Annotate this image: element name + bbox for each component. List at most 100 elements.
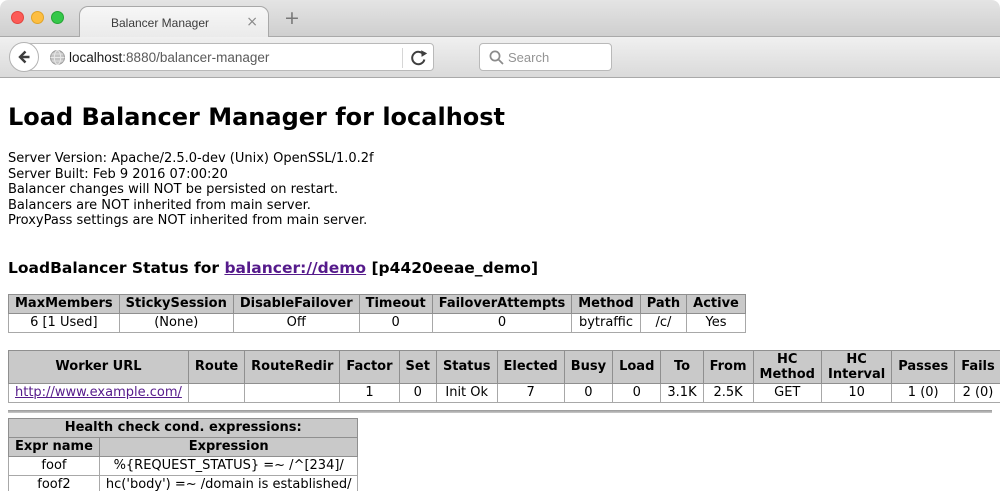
cell: 0: [613, 383, 661, 402]
zoom-window-button[interactable]: [51, 11, 64, 24]
column-header: Worker URL: [9, 350, 189, 383]
notice-line: ProxyPass settings are NOT inherited fro…: [8, 213, 992, 229]
urlbar-divider: [402, 48, 403, 68]
search-placeholder: Search: [508, 50, 549, 65]
column-header: Expr name: [9, 437, 100, 456]
status-heading-prefix: LoadBalancer Status for: [8, 259, 224, 277]
column-header: Passes: [892, 350, 955, 383]
column-header: Elected: [497, 350, 564, 383]
server-info: Server Version: Apache/2.5.0-dev (Unix) …: [8, 151, 992, 229]
cell: 7: [497, 383, 564, 402]
column-header: Set: [399, 350, 436, 383]
url-input[interactable]: localhost:8880/balancer-manager: [69, 50, 269, 65]
tab-close-icon[interactable]: ×: [246, 14, 258, 30]
column-header: FailoverAttempts: [432, 294, 572, 313]
cell: 0: [359, 313, 432, 332]
browser-window: Balancer Manager × + localhost:8880/bala…: [0, 0, 1000, 491]
column-header: Path: [640, 294, 686, 313]
cell-expression: hc('body') =~ /domain is established/: [99, 475, 358, 491]
back-button[interactable]: [9, 42, 39, 72]
column-header: Load: [613, 350, 661, 383]
status-heading-suffix: [p4420eeae_demo]: [366, 259, 538, 277]
table-row: 6 [1 Used] (None) Off 0 0 bytraffic /c/ …: [9, 313, 746, 332]
balancer-summary-table: MaxMembers StickySession DisableFailover…: [8, 294, 746, 333]
page-title: Load Balancer Manager for localhost: [8, 103, 992, 131]
worker-table: Worker URL Route RouteRedir Factor Set S…: [8, 350, 1000, 403]
search-icon: [488, 49, 505, 66]
url-path: :8880/balancer-manager: [122, 50, 269, 65]
table-row: foof %{REQUEST_STATUS} =~ /^[234]/: [9, 456, 358, 475]
column-header: Route: [188, 350, 244, 383]
url-domain: localhost: [69, 50, 122, 65]
globe-icon: [49, 49, 66, 66]
column-header: Factor: [340, 350, 399, 383]
cell-expr-name: foof: [9, 456, 100, 475]
column-header: Fails: [955, 350, 1000, 383]
close-window-button[interactable]: [11, 11, 24, 24]
titlebar: Balancer Manager × +: [0, 0, 1000, 37]
cell: Init Ok: [436, 383, 497, 402]
tab-title: Balancer Manager: [80, 16, 240, 30]
loadbalancer-status-heading: LoadBalancer Status for balancer://demo …: [8, 259, 992, 277]
cell-worker-url: http://www.example.com/: [9, 383, 189, 402]
cell: 3.1K: [661, 383, 703, 402]
column-header: HC Method: [753, 350, 821, 383]
notice-line: Balancer changes will NOT be persisted o…: [8, 182, 992, 198]
cell: GET: [753, 383, 821, 402]
cell: Yes: [687, 313, 746, 332]
table-row: http://www.example.com/ 1 0 Init Ok 7 0 …: [9, 383, 1000, 402]
server-built-line: Server Built: Feb 9 2016 07:00:20: [8, 167, 992, 183]
column-header: StickySession: [119, 294, 233, 313]
column-header: To: [661, 350, 703, 383]
cell: [245, 383, 340, 402]
column-header: Active: [687, 294, 746, 313]
page-content: Load Balancer Manager for localhost Serv…: [0, 78, 1000, 491]
navigation-toolbar: localhost:8880/balancer-manager: [0, 37, 1000, 78]
health-check-table: Health check cond. expressions: Expr nam…: [8, 418, 358, 491]
server-version-line: Server Version: Apache/2.5.0-dev (Unix) …: [8, 151, 992, 167]
table-row: foof2 hc('body') =~ /domain is establish…: [9, 475, 358, 491]
column-header: Expression: [99, 437, 358, 456]
cell: 2 (0): [955, 383, 1000, 402]
cell: 0: [432, 313, 572, 332]
reload-icon[interactable]: [408, 48, 428, 68]
column-header: DisableFailover: [233, 294, 359, 313]
cell: bytraffic: [572, 313, 640, 332]
cell: 6 [1 Used]: [9, 313, 120, 332]
column-header: Status: [436, 350, 497, 383]
minimize-window-button[interactable]: [31, 11, 44, 24]
column-header: Timeout: [359, 294, 432, 313]
column-header: MaxMembers: [9, 294, 120, 313]
balancer-demo-link[interactable]: balancer://demo: [224, 259, 366, 277]
table-title-row: Health check cond. expressions:: [9, 418, 358, 437]
cell: (None): [119, 313, 233, 332]
table-header-row: Expr name Expression: [9, 437, 358, 456]
cell: /c/: [640, 313, 686, 332]
column-header: Busy: [564, 350, 612, 383]
cell: Off: [233, 313, 359, 332]
cell: 0: [564, 383, 612, 402]
column-header: From: [703, 350, 753, 383]
divider: [8, 410, 992, 413]
table-header-row: MaxMembers StickySession DisableFailover…: [9, 294, 746, 313]
column-header: Method: [572, 294, 640, 313]
health-table-title: Health check cond. expressions:: [9, 418, 358, 437]
column-header: HC Interval: [821, 350, 891, 383]
cell: [188, 383, 244, 402]
back-arrow-icon: [15, 48, 33, 66]
cell: 10: [821, 383, 891, 402]
cell: 1 (0): [892, 383, 955, 402]
notice-line: Balancers are NOT inherited from main se…: [8, 198, 992, 214]
search-bar[interactable]: Search: [479, 43, 612, 71]
cell: 1: [340, 383, 399, 402]
cell: 0: [399, 383, 436, 402]
worker-url-link[interactable]: http://www.example.com/: [15, 385, 182, 400]
table-header-row: Worker URL Route RouteRedir Factor Set S…: [9, 350, 1000, 383]
cell-expr-name: foof2: [9, 475, 100, 491]
url-bar[interactable]: localhost:8880/balancer-manager: [24, 43, 434, 71]
new-tab-button[interactable]: +: [284, 7, 300, 29]
column-header: RouteRedir: [245, 350, 340, 383]
tab-balancer-manager[interactable]: Balancer Manager ×: [79, 6, 269, 38]
cell-expression: %{REQUEST_STATUS} =~ /^[234]/: [99, 456, 358, 475]
cell: 2.5K: [703, 383, 753, 402]
